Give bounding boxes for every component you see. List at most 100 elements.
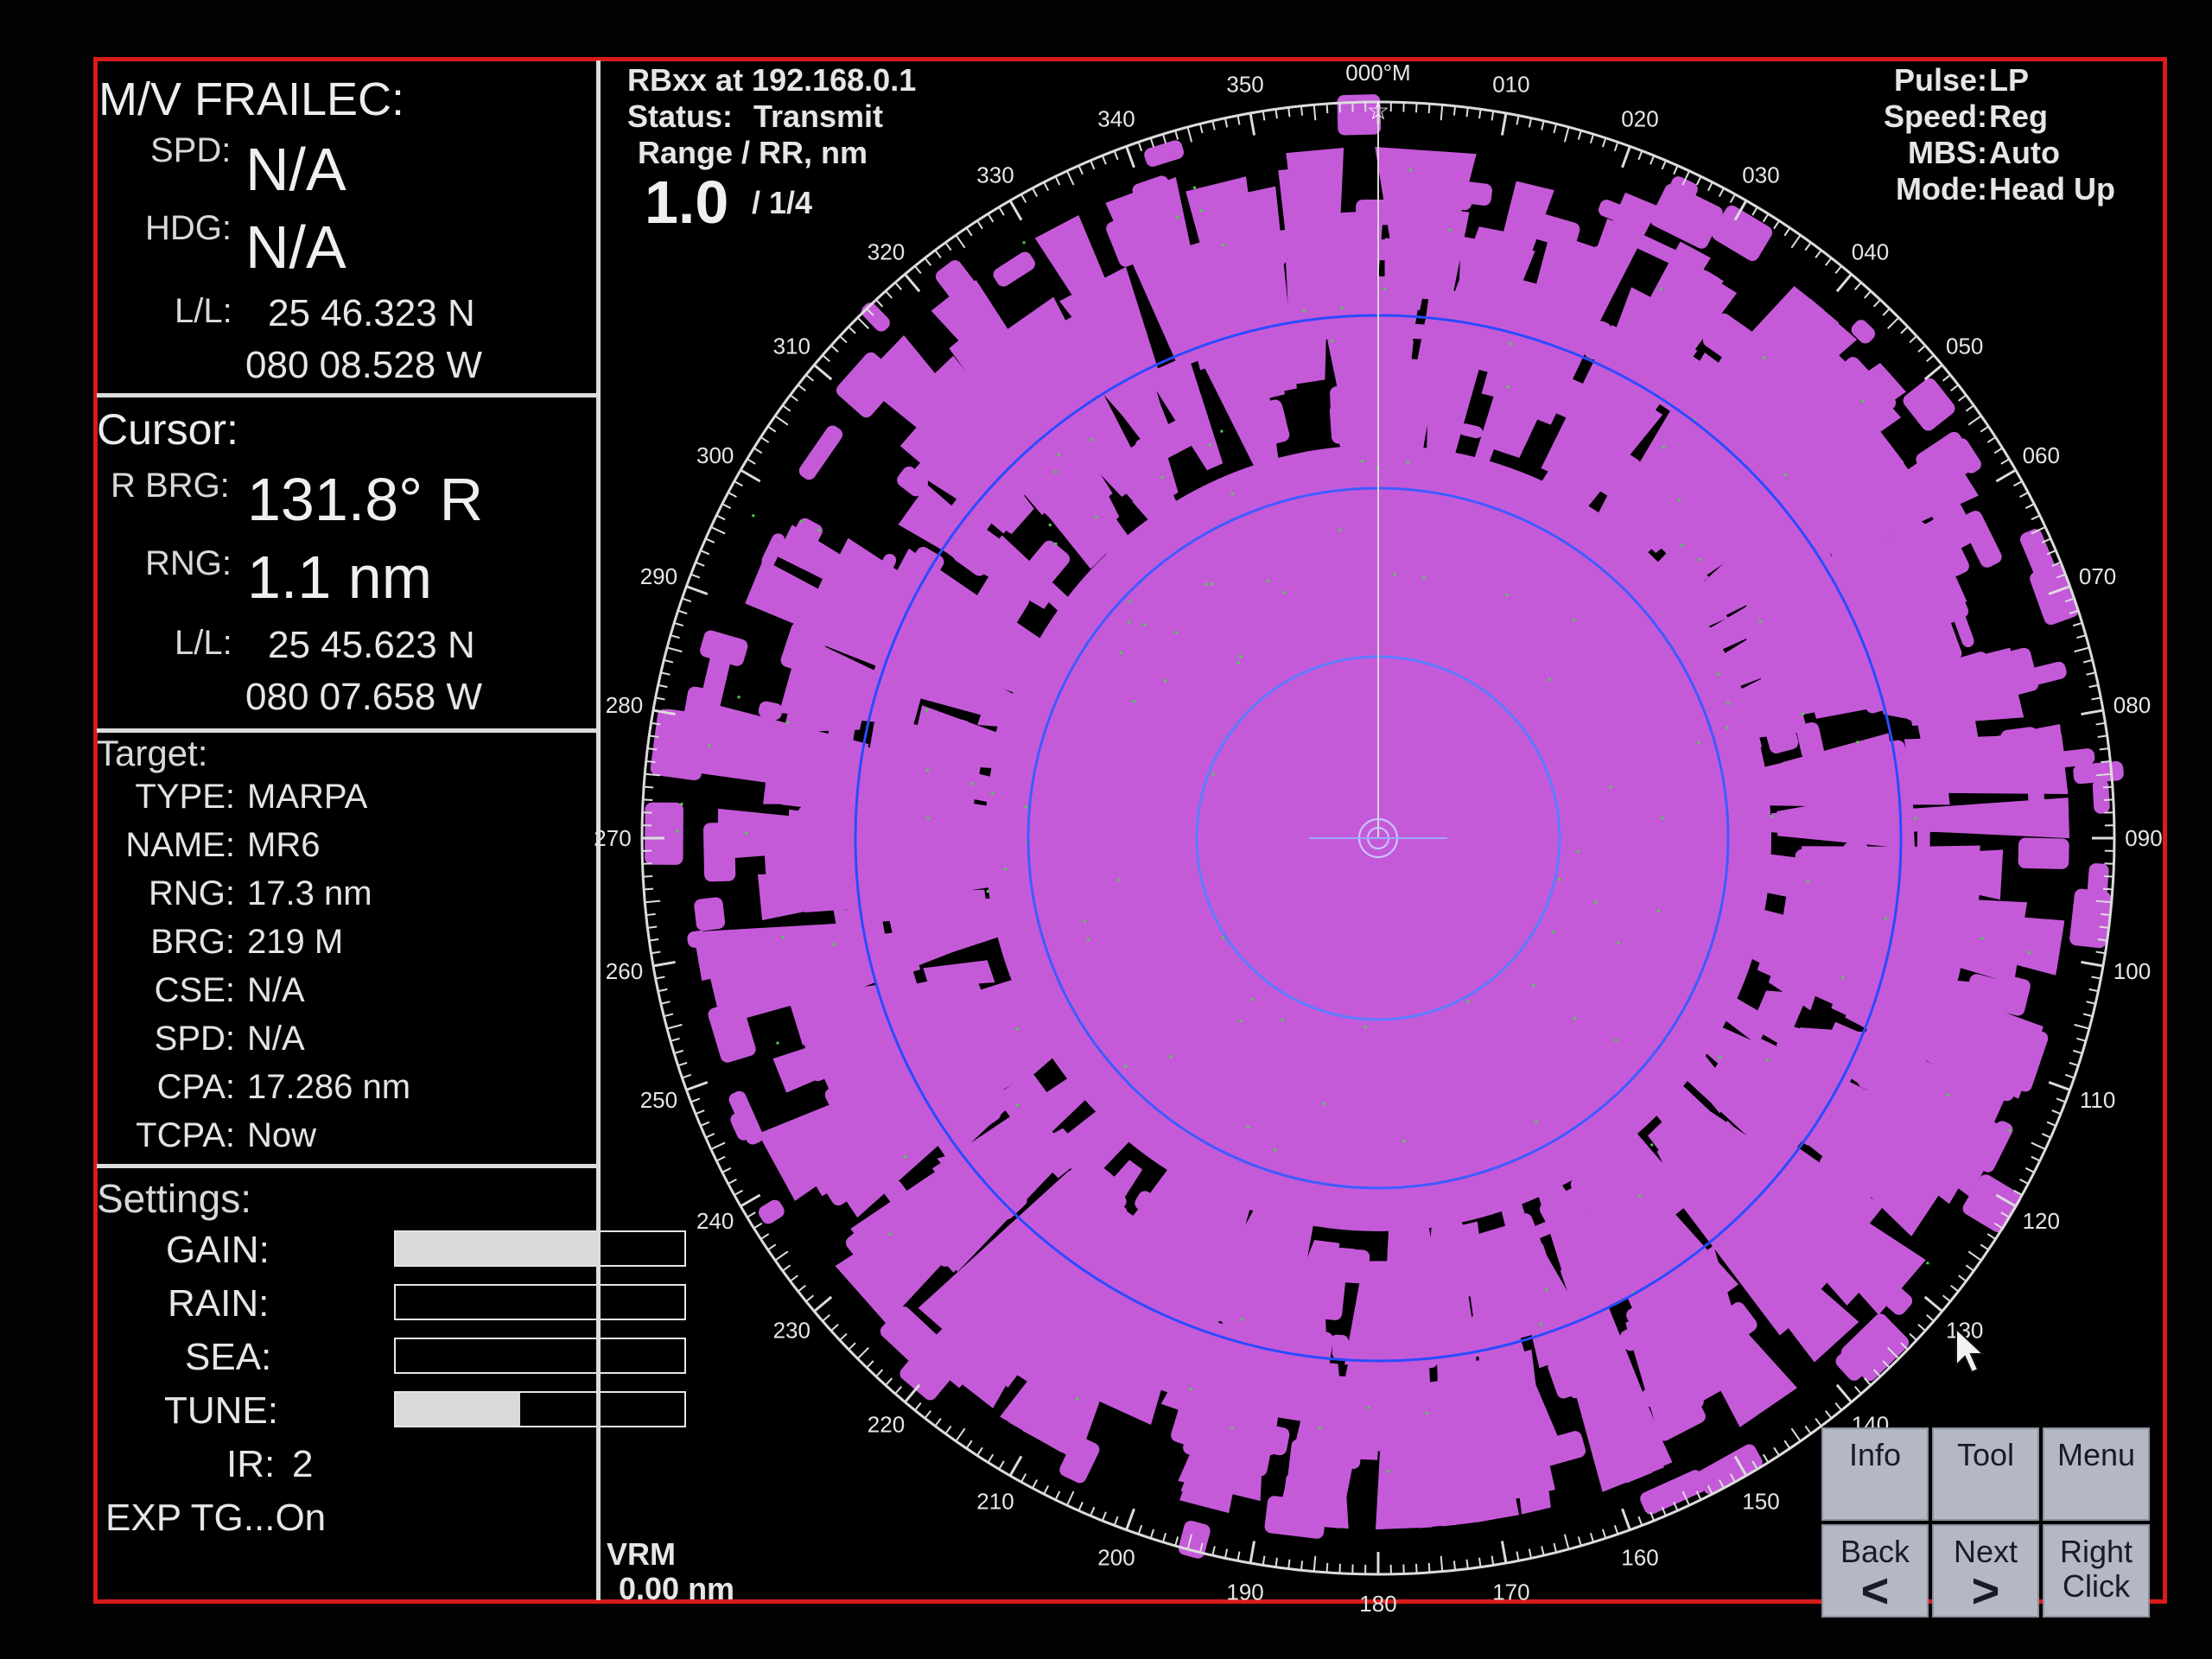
- bearing-tick: [682, 1073, 692, 1079]
- bearing-label: 170: [1492, 1580, 1529, 1605]
- bearing-tick: [1872, 299, 1881, 308]
- noise-speckle: [1698, 557, 1701, 561]
- bearing-label: 020: [1621, 105, 1658, 131]
- bearing-tick: [789, 394, 798, 402]
- bearing-tick: [987, 1453, 995, 1464]
- noise-speckle: [1637, 1194, 1641, 1198]
- bearing-label: 310: [773, 334, 810, 359]
- bearing-tick: [652, 960, 676, 968]
- bearing-tick: [658, 683, 668, 689]
- bearing-tick: [797, 384, 806, 392]
- bearing-tick: [1032, 188, 1039, 197]
- bearing-tick: [1198, 124, 1204, 134]
- range-value[interactable]: 1.0: [645, 168, 728, 237]
- bearing-tick: [647, 747, 658, 751]
- next-button[interactable]: Next >: [1932, 1524, 2039, 1618]
- noise-speckle: [1717, 672, 1720, 676]
- noise-speckle: [1128, 620, 1131, 624]
- bearing-tick: [734, 480, 743, 487]
- bearing-tick: [2103, 798, 2113, 801]
- bearing-tick: [894, 282, 903, 290]
- noise-speckle: [991, 791, 995, 795]
- echo-patch: [1408, 1477, 1434, 1501]
- bearing-tick: [924, 1410, 932, 1420]
- noise-speckle: [745, 831, 747, 835]
- noise-speckle: [1024, 805, 1027, 809]
- back-button[interactable]: Back <: [1821, 1524, 1929, 1618]
- noise-speckle: [986, 890, 989, 893]
- noise-speckle: [1211, 582, 1214, 586]
- noise-speckle: [1133, 700, 1136, 703]
- mbs-value[interactable]: Auto: [1989, 135, 2162, 171]
- noise-speckle: [1363, 1026, 1367, 1029]
- bearing-tick: [1020, 1473, 1027, 1483]
- bearing-tick: [1965, 1264, 1974, 1272]
- noise-speckle: [1160, 476, 1164, 479]
- bearing-tick: [1980, 1243, 1989, 1251]
- bearing-tick: [1835, 273, 1853, 293]
- bearing-tick: [710, 1141, 726, 1150]
- bearing-tick: [1186, 126, 1193, 143]
- bearing-tick: [1790, 234, 1802, 249]
- noise-speckle: [1124, 1065, 1128, 1068]
- back-arrow-icon: <: [1860, 1563, 1890, 1618]
- bearing-tick: [955, 234, 966, 249]
- echo-patch: [938, 806, 977, 868]
- bearing-label: 200: [1097, 1545, 1135, 1571]
- bearing-tick: [760, 436, 770, 443]
- bearing-tick: [1249, 1541, 1256, 1564]
- mode-value[interactable]: Head Up: [1989, 171, 2162, 207]
- noise-speckle: [1189, 1388, 1192, 1391]
- bearing-tick: [1917, 1323, 1926, 1332]
- bearing-tick: [1917, 345, 1926, 353]
- noise-speckle: [1087, 938, 1090, 941]
- bearing-tick: [2031, 1155, 2041, 1162]
- bearing-tick: [1287, 107, 1291, 118]
- bearing-tick: [2072, 1049, 2083, 1055]
- vrm-value[interactable]: 0.00 nm: [619, 1571, 734, 1607]
- bearing-tick: [664, 1013, 674, 1018]
- bearing-tick: [1300, 1560, 1304, 1571]
- bearing-tick: [1986, 1233, 1997, 1240]
- bearing-tick: [753, 1222, 763, 1230]
- echo-patch: [993, 251, 1035, 287]
- bearing-tick: [2081, 709, 2104, 716]
- bearing-tick: [715, 514, 726, 521]
- right-click-button[interactable]: Right Click: [2043, 1524, 2150, 1618]
- bearing-tick: [924, 257, 932, 266]
- bearing-tick: [643, 798, 653, 801]
- noise-speckle: [1758, 620, 1762, 623]
- bearing-tick: [1101, 1511, 1107, 1522]
- info-button[interactable]: Info: [1821, 1427, 1929, 1521]
- bearing-tick: [839, 335, 848, 344]
- noise-speckle: [1448, 228, 1452, 232]
- radar-echoes: [645, 94, 2124, 1559]
- noise-speckle: [776, 1041, 779, 1045]
- tool-button[interactable]: Tool: [1932, 1427, 2039, 1521]
- speed-value[interactable]: Reg: [1989, 99, 2162, 135]
- bearing-tick: [1440, 1555, 1444, 1572]
- noise-speckle: [1239, 655, 1243, 658]
- bearing-tick: [1661, 160, 1667, 170]
- noise-speckle: [1361, 460, 1364, 463]
- noise-speckle: [1614, 1039, 1618, 1042]
- noise-speckle: [1656, 910, 1660, 912]
- menu-button[interactable]: Menu: [2043, 1427, 2150, 1521]
- bearing-tick: [1926, 1313, 1935, 1322]
- bearing-tick: [1415, 1563, 1418, 1573]
- bearing-tick: [2097, 734, 2107, 738]
- pulse-value[interactable]: LP: [1989, 62, 2162, 99]
- radar-ppi[interactable]: 000°M 010 020 030 040 050 060 070 080 090 100 110 12…: [0, 0, 2212, 1659]
- echo-patch: [1296, 171, 1340, 199]
- bearing-tick: [728, 1178, 737, 1185]
- bearing-tick: [1967, 415, 1982, 426]
- bearing-tick: [2024, 1166, 2035, 1173]
- bearing-tick: [670, 634, 680, 639]
- bearing-tick: [789, 1274, 798, 1282]
- noise-speckle: [1422, 575, 1426, 579]
- bearing-tick: [715, 1155, 726, 1162]
- bearing-tick: [643, 875, 653, 878]
- bearing-tick: [1491, 111, 1495, 121]
- bearing-tick: [1287, 1559, 1291, 1569]
- bearing-tick: [670, 1037, 680, 1042]
